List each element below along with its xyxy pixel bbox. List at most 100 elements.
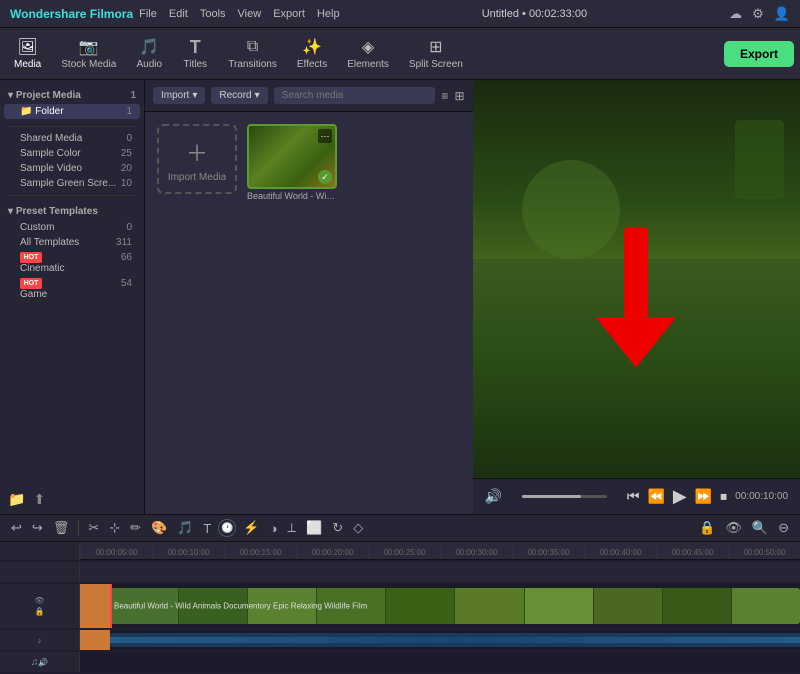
menu-export[interactable]: Export: [273, 8, 305, 20]
tab-effects-label: Effects: [297, 59, 327, 70]
step-forward-button[interactable]: ⏩: [695, 488, 712, 505]
transform-button[interactable]: ⊹: [106, 518, 123, 538]
custom-count: 0: [126, 222, 132, 233]
lock-button[interactable]: 🔒: [696, 518, 718, 538]
rotate-button[interactable]: ↻: [329, 518, 346, 538]
audio-button[interactable]: 🎵: [174, 518, 196, 538]
sidebar-item-sample-color[interactable]: Sample Color 25: [0, 146, 144, 161]
plus-icon: ＋: [186, 136, 208, 168]
ruler-mark-1: 00:00:10:00: [152, 548, 224, 559]
track-content-video[interactable]: Beautiful World - Wild Animals Documento…: [80, 584, 800, 628]
tab-audio[interactable]: 🎵 Audio: [128, 33, 170, 74]
music-vol-icon[interactable]: 🔊: [38, 658, 48, 667]
cut-button[interactable]: ✂: [85, 518, 102, 538]
sidebar-item-all-templates[interactable]: All Templates 311: [0, 235, 144, 250]
rewind-button[interactable]: ⏮: [627, 488, 640, 505]
text-button[interactable]: T: [200, 519, 214, 538]
user-icon[interactable]: 👤: [774, 6, 790, 22]
redo-button[interactable]: ↪: [29, 518, 46, 538]
zoom-out-button[interactable]: ⊖: [775, 518, 792, 538]
menu-file[interactable]: File: [139, 8, 157, 20]
tab-titles[interactable]: T Titles: [174, 33, 216, 74]
audio-start-marker: [80, 630, 110, 650]
track-eye-icon[interactable]: 👁: [34, 596, 44, 605]
tab-media-label: Media: [14, 59, 41, 70]
playhead[interactable]: [110, 584, 112, 628]
cloud-icon[interactable]: ☁: [729, 6, 742, 22]
filter-icon[interactable]: ≡: [441, 89, 448, 103]
video-track-clip[interactable]: Beautiful World - Wild Animals Documento…: [110, 588, 800, 624]
tab-audio-label: Audio: [136, 59, 162, 70]
annotate-button[interactable]: ✏: [127, 518, 144, 538]
tab-transitions-label: Transitions: [228, 59, 277, 70]
tab-split-screen-label: Split Screen: [409, 59, 463, 70]
ruler-mark-3: 00:00:20:00: [296, 548, 368, 559]
zoom-in-button[interactable]: 🔍: [749, 518, 771, 538]
stop-button[interactable]: ⏹: [720, 488, 727, 505]
speed-button[interactable]: ⚡: [240, 518, 262, 538]
sidebar-section-preset: ▾ Preset Templates Custom 0 All Template…: [0, 200, 144, 305]
sidebar-preset-templates-header[interactable]: ▾ Preset Templates: [0, 203, 144, 220]
color-button[interactable]: 🎨: [148, 518, 170, 538]
game-label: HOT Game: [20, 278, 47, 300]
audio-track-clip[interactable]: [110, 633, 800, 647]
import-icon[interactable]: ⬆: [33, 491, 45, 508]
thumb-8: [663, 588, 732, 624]
tab-split-screen[interactable]: ⊞ Split Screen: [401, 33, 471, 74]
ruler-mark-4: 00:00:25:00: [368, 548, 440, 559]
import-media-button[interactable]: ＋ Import Media: [157, 124, 237, 194]
record-button[interactable]: Record ▾: [211, 87, 267, 104]
sidebar-item-game[interactable]: HOT Game 54: [0, 276, 144, 302]
sidebar-item-sample-green[interactable]: Sample Green Scre... 10: [0, 176, 144, 191]
track-content-audio[interactable]: [80, 630, 800, 650]
sidebar-item-custom[interactable]: Custom 0: [0, 220, 144, 235]
track-content-music[interactable]: [80, 652, 800, 672]
import-button[interactable]: Import ▾: [153, 87, 205, 104]
eye-button[interactable]: 👁: [722, 518, 745, 538]
tab-titles-label: Titles: [184, 59, 208, 70]
sample-color-count: 25: [121, 148, 132, 159]
crop-button[interactable]: ⬜: [303, 518, 325, 538]
tab-transitions[interactable]: ⧉ Transitions: [220, 33, 285, 74]
volume-slider[interactable]: [522, 495, 607, 498]
track-lock-icon[interactable]: 🔒: [35, 607, 45, 616]
export-button[interactable]: Export: [724, 41, 794, 67]
step-back-button[interactable]: ⏪: [647, 488, 664, 505]
play-button[interactable]: ▶: [673, 486, 687, 507]
grid-icon[interactable]: ⊞: [454, 89, 464, 103]
menu-view[interactable]: View: [238, 8, 262, 20]
delete-button[interactable]: 🗑: [50, 518, 73, 538]
sidebar-item-shared-media[interactable]: Shared Media 0: [0, 131, 144, 146]
tab-media[interactable]: 🖼 Media: [6, 33, 49, 74]
sample-green-label: Sample Green Scre...: [20, 178, 116, 189]
sidebar-item-sample-video[interactable]: Sample Video 20: [0, 161, 144, 176]
track-audio: ♪: [0, 630, 800, 650]
new-folder-icon[interactable]: 📁: [8, 491, 25, 508]
split-screen-icon: ⊞: [424, 37, 448, 57]
media-thumbnail-0[interactable]: ⋯ ✓ Beautiful World - Wild A...: [247, 124, 337, 201]
thumb-9: [732, 588, 800, 624]
tab-elements[interactable]: ◈ Elements: [339, 33, 397, 74]
tab-effects[interactable]: ✨ Effects: [289, 33, 335, 74]
menu-tools[interactable]: Tools: [200, 8, 226, 20]
settings-icon[interactable]: ⚙: [752, 6, 764, 22]
vol-icon[interactable]: 🔊: [485, 488, 502, 505]
sidebar-project-media-header[interactable]: ▾ Project Media 1: [0, 87, 144, 104]
menu-edit[interactable]: Edit: [169, 8, 188, 20]
title-bar: Wondershare Filmora File Edit Tools View…: [0, 0, 800, 28]
all-templates-count: 311: [116, 237, 132, 248]
split-button[interactable]: ⟂: [284, 518, 299, 538]
sidebar-item-folder[interactable]: 📁 Folder 1: [4, 104, 140, 119]
audio-track-label: ♪: [38, 636, 42, 645]
sidebar-item-cinematic[interactable]: HOT Cinematic 66: [0, 250, 144, 276]
keyframe-button[interactable]: ◇: [350, 518, 366, 538]
clock-button[interactable]: 🕐: [218, 519, 236, 537]
preview-video: [473, 80, 800, 478]
menu-help[interactable]: Help: [317, 8, 340, 20]
search-input[interactable]: [274, 87, 436, 104]
undo-button[interactable]: ↩: [8, 518, 25, 538]
mask-button[interactable]: ◑: [267, 519, 281, 538]
tab-elements-label: Elements: [347, 59, 389, 70]
tab-stock-media[interactable]: 📷 Stock Media: [53, 33, 124, 74]
thumb-menu-icon[interactable]: ⋯: [318, 129, 332, 143]
